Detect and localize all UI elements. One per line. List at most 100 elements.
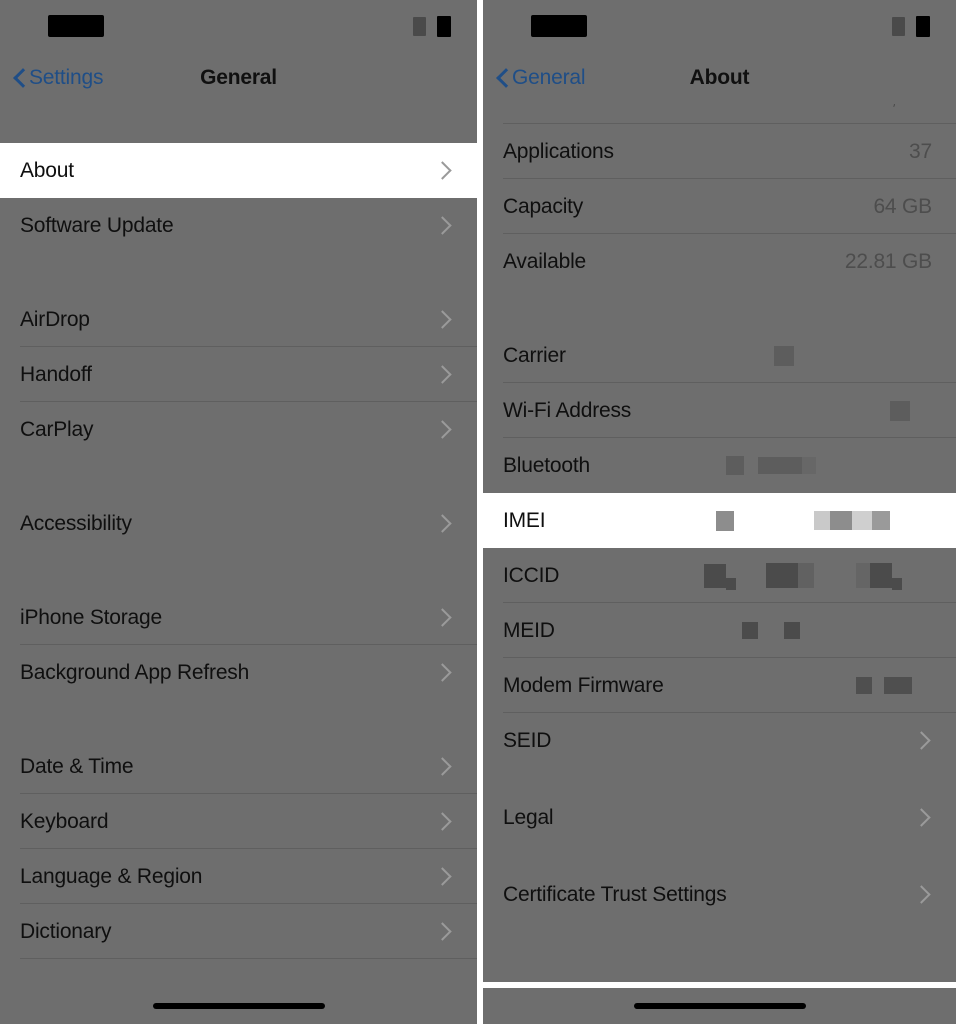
list-item-language-region[interactable]: Language & Region bbox=[0, 849, 477, 904]
row-separator bbox=[20, 958, 477, 959]
right-phone-screen: General About Photos 5,220 Applications … bbox=[483, 0, 956, 1024]
status-bar-indicators bbox=[413, 15, 451, 37]
back-button-settings[interactable]: Settings bbox=[14, 66, 103, 90]
list-item-value: 22.81 GB bbox=[844, 249, 932, 273]
list-item-airdrop[interactable]: AirDrop bbox=[0, 292, 477, 347]
chevron-right-icon bbox=[433, 922, 452, 941]
left-phone-screen: Settings General About Software Update A… bbox=[0, 0, 477, 1024]
right-home-indicator-area bbox=[483, 988, 956, 1024]
right-nav-bar: General About bbox=[483, 52, 956, 104]
redaction-block bbox=[852, 511, 872, 530]
redaction-block bbox=[830, 511, 852, 530]
redacted-value bbox=[726, 456, 938, 475]
list-item-about[interactable]: About bbox=[0, 143, 477, 198]
list-item-value: 5,220 bbox=[879, 104, 938, 110]
status-bar-time-redacted bbox=[48, 15, 104, 37]
list-item-label: Date & Time bbox=[20, 754, 134, 778]
chevron-right-icon bbox=[433, 663, 452, 682]
list-item-legal[interactable]: Legal bbox=[483, 790, 956, 845]
section-gap bbox=[483, 768, 956, 790]
list-item-certificate-trust-settings[interactable]: Certificate Trust Settings bbox=[483, 867, 956, 922]
redaction-block bbox=[870, 563, 892, 588]
list-item-accessibility[interactable]: Accessibility bbox=[0, 496, 477, 551]
redaction-block bbox=[758, 457, 802, 474]
chevron-left-icon bbox=[14, 68, 26, 88]
list-item-iccid[interactable]: ICCID bbox=[483, 548, 956, 603]
home-indicator[interactable] bbox=[633, 1003, 806, 1009]
list-item-imei[interactable]: IMEI bbox=[483, 493, 956, 548]
list-item-label: ICCID bbox=[503, 563, 560, 587]
list-item-label: Capacity bbox=[503, 194, 584, 218]
back-button-label: Settings bbox=[29, 66, 104, 89]
redaction-block bbox=[814, 511, 830, 530]
redaction-block bbox=[872, 511, 890, 530]
list-item-available[interactable]: Available 22.81 GB bbox=[483, 234, 956, 289]
list-item-value: 64 GB bbox=[873, 194, 932, 218]
list-item-label: Handoff bbox=[20, 362, 92, 386]
list-item-date-time[interactable]: Date & Time bbox=[0, 739, 477, 794]
list-item-label: Bluetooth bbox=[503, 453, 590, 477]
section-gap bbox=[483, 289, 956, 328]
list-item-label: Modem Firmware bbox=[503, 673, 664, 697]
list-item-meid[interactable]: MEID bbox=[483, 603, 956, 658]
signal-icon bbox=[413, 16, 426, 36]
chevron-right-icon bbox=[433, 216, 452, 235]
redacted-value bbox=[774, 345, 938, 366]
redaction-block bbox=[884, 677, 912, 694]
list-item-label: Background App Refresh bbox=[20, 660, 250, 684]
list-item-keyboard[interactable]: Keyboard bbox=[0, 794, 477, 849]
chevron-right-icon bbox=[433, 757, 452, 776]
chevron-right-icon bbox=[433, 812, 452, 831]
chevron-right-icon bbox=[433, 365, 452, 384]
status-bar-time-redacted bbox=[531, 15, 587, 37]
redaction-block bbox=[726, 577, 736, 590]
list-item-seid[interactable]: SEID bbox=[483, 713, 956, 768]
left-status-bar bbox=[0, 0, 477, 52]
chevron-right-icon bbox=[433, 161, 452, 180]
home-indicator[interactable] bbox=[152, 1003, 325, 1009]
list-item-dictionary[interactable]: Dictionary bbox=[0, 904, 477, 959]
list-item-label: IMEI bbox=[503, 508, 546, 532]
back-button-general[interactable]: General bbox=[497, 66, 586, 90]
list-item-label: CarPlay bbox=[20, 417, 94, 441]
list-item-label: Applications bbox=[503, 139, 614, 163]
redaction-block bbox=[856, 677, 872, 694]
chevron-right-icon bbox=[433, 514, 452, 533]
list-item-software-update[interactable]: Software Update bbox=[0, 198, 477, 253]
status-bar-indicators bbox=[892, 15, 930, 37]
left-home-indicator-area bbox=[0, 988, 477, 1024]
back-button-label: General bbox=[512, 66, 586, 89]
list-item-carrier[interactable]: Carrier bbox=[483, 328, 956, 383]
list-item-modem-firmware[interactable]: Modem Firmware bbox=[483, 658, 956, 713]
list-item-applications[interactable]: Applications 37 bbox=[483, 124, 956, 179]
list-item-handoff[interactable]: Handoff bbox=[0, 347, 477, 402]
redaction-block bbox=[766, 563, 798, 588]
redaction-block bbox=[892, 577, 902, 590]
redaction-block bbox=[798, 563, 814, 588]
list-item-capacity[interactable]: Capacity 64 GB bbox=[483, 179, 956, 234]
section-gap bbox=[0, 104, 477, 143]
redacted-value bbox=[716, 510, 938, 531]
list-item-label: Photos bbox=[503, 104, 568, 110]
list-item-label: Legal bbox=[503, 805, 554, 829]
list-item-iphone-storage[interactable]: iPhone Storage bbox=[0, 590, 477, 645]
redaction-block bbox=[704, 563, 726, 588]
chevron-right-icon bbox=[433, 608, 452, 627]
list-item-label: iPhone Storage bbox=[20, 605, 162, 629]
section-gap bbox=[0, 253, 477, 292]
redacted-value bbox=[856, 677, 938, 694]
chevron-right-icon bbox=[912, 731, 931, 750]
redaction-block bbox=[726, 456, 744, 475]
section-gap bbox=[0, 551, 477, 590]
list-item-label: Wi-Fi Address bbox=[503, 398, 632, 422]
list-item-background-app-refresh[interactable]: Background App Refresh bbox=[0, 645, 477, 700]
list-item-carplay[interactable]: CarPlay bbox=[0, 402, 477, 457]
list-item-label: MEID bbox=[503, 618, 555, 642]
right-settings-list: Photos 5,220 Applications 37 Capacity 64… bbox=[483, 104, 956, 982]
battery-icon bbox=[437, 15, 451, 37]
left-nav-bar: Settings General bbox=[0, 52, 477, 104]
list-item-bluetooth[interactable]: Bluetooth bbox=[483, 438, 956, 493]
list-item-photos-clipped[interactable]: Photos 5,220 bbox=[483, 104, 956, 124]
list-item-label: Certificate Trust Settings bbox=[503, 882, 727, 906]
list-item-wifi-address[interactable]: Wi-Fi Address bbox=[483, 383, 956, 438]
